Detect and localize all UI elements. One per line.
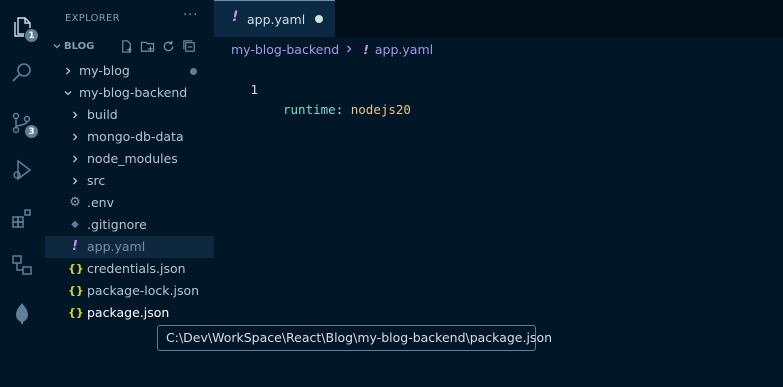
tree-item-label: .gitignore — [87, 217, 147, 232]
extensions-icon[interactable] — [7, 203, 37, 233]
tree-item-mongo-db-data[interactable]: mongo-db-data — [45, 126, 214, 148]
tree-item-node-modules[interactable]: node_modules — [45, 148, 214, 170]
editor-tab-bar: ! app.yaml — [214, 0, 783, 37]
chevron-right-icon — [73, 133, 78, 141]
path-tooltip: C:\Dev\WorkSpace\React\Blog\my-blog-back… — [157, 325, 552, 351]
yaml-icon: ! — [72, 239, 78, 254]
tab-label: app.yaml — [247, 12, 306, 27]
unsaved-dot-icon[interactable] — [315, 15, 323, 23]
yaml-key: runtime — [283, 102, 336, 117]
source-control-icon[interactable]: 3 — [7, 108, 39, 139]
new-folder-icon[interactable] — [140, 39, 155, 54]
breadcrumb-folder[interactable]: my-blog-backend — [231, 42, 339, 57]
search-icon[interactable] — [7, 58, 37, 88]
tree-item-src[interactable]: src — [45, 170, 214, 192]
chevron-right-icon — [66, 67, 71, 75]
tree-item-label: credentials.json — [87, 261, 186, 276]
explorer-title: EXPLORER — [65, 13, 120, 24]
chevron-down-icon — [53, 44, 61, 49]
workspace-header[interactable]: BLOG — [45, 36, 214, 58]
tree-item-label: node_modules — [87, 151, 178, 166]
tree-item-label: build — [87, 107, 118, 122]
tree-item-build[interactable]: build — [45, 104, 214, 126]
yaml-icon: ! — [363, 41, 369, 57]
modified-indicator — [190, 68, 197, 75]
tree-item-package-lock-json[interactable]: {} package-lock.json — [45, 280, 214, 302]
chevron-right-icon — [73, 111, 78, 119]
tree-item-label: package-lock.json — [87, 283, 200, 298]
code-text[interactable]: runtime: nodejs20 — [283, 100, 411, 120]
yaml-separator: : — [335, 102, 351, 117]
tree-item-my-blog-backend[interactable]: my-blog-backend — [45, 82, 214, 104]
chevron-right-icon — [73, 155, 78, 163]
chevron-down-icon — [64, 91, 72, 96]
chevron-right-icon — [347, 45, 352, 53]
tree-item-label: my-blog-backend — [79, 85, 188, 100]
refresh-icon[interactable] — [161, 39, 176, 54]
git-icon: ◆ — [71, 219, 79, 230]
workspace-name: BLOG — [64, 41, 95, 52]
tree-item-env[interactable]: ⚙ .env — [45, 192, 214, 214]
tree-item-package-json[interactable]: {} package.json — [45, 302, 214, 324]
tree-item-label: my-blog — [79, 63, 130, 78]
editor-line[interactable]: 1 runtime: nodejs20 — [214, 60, 411, 117]
run-debug-icon[interactable] — [7, 155, 37, 185]
tab-app-yaml[interactable]: ! app.yaml — [214, 0, 335, 37]
yaml-icon: ! — [232, 9, 239, 25]
json-icon: {} — [68, 306, 84, 319]
explorer-icon[interactable]: 1 — [7, 12, 39, 43]
yaml-value: nodejs20 — [350, 102, 411, 117]
tree-item-label: app.yaml — [87, 239, 146, 254]
breadcrumb-file[interactable]: app.yaml — [375, 42, 433, 57]
tree-item-my-blog[interactable]: my-blog — [45, 60, 214, 82]
line-number: 1 — [250, 82, 258, 97]
json-icon: {} — [68, 262, 84, 275]
tree-item-label: src — [87, 173, 106, 188]
chevron-right-icon — [73, 177, 78, 185]
tree-item-label: package.json — [87, 305, 170, 320]
explorer-badge: 1 — [24, 28, 39, 43]
tree-item-label: mongo-db-data — [87, 129, 184, 144]
new-file-icon[interactable] — [119, 39, 134, 54]
activity-bar: 1 3 — [0, 0, 45, 387]
more-actions-icon[interactable]: ··· — [183, 8, 198, 23]
source-control-badge: 3 — [24, 124, 39, 139]
tree-item-label: .env — [87, 195, 114, 210]
tree-item-gitignore[interactable]: ◆ .gitignore — [45, 214, 214, 236]
remote-explorer-icon[interactable] — [7, 250, 37, 280]
mongodb-icon[interactable] — [7, 298, 37, 328]
tree-item-credentials-json[interactable]: {} credentials.json — [45, 258, 214, 280]
collapse-all-icon[interactable] — [182, 39, 197, 54]
tree-item-app-yaml[interactable]: ! app.yaml — [45, 236, 214, 258]
breadcrumb: my-blog-backend ! app.yaml — [231, 40, 433, 58]
json-icon: {} — [68, 284, 84, 297]
gear-icon: ⚙ — [69, 195, 81, 210]
